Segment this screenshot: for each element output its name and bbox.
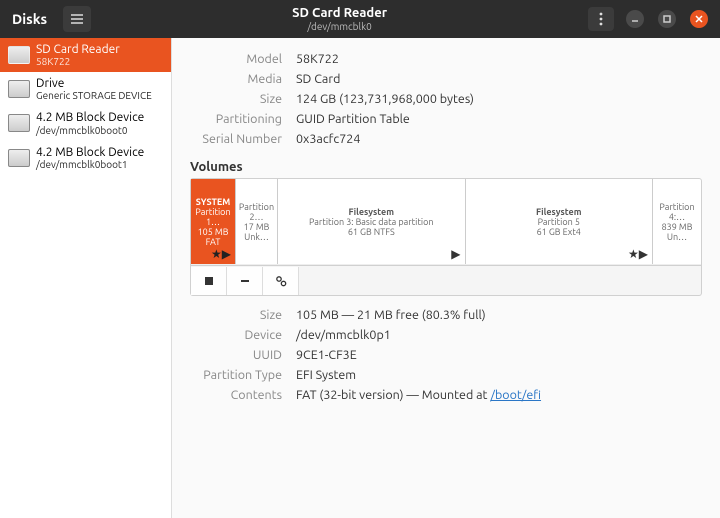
play-icon: ▶: [222, 248, 231, 261]
psize-value: 105 MB — 21 MB free (80.3% full): [290, 306, 547, 324]
block-device-icon: [8, 149, 30, 167]
sidebar-item-sd-card-reader[interactable]: SD Card Reader58K722: [0, 38, 171, 72]
content-pane: Model58K722 MediaSD Card Size124 GB (123…: [172, 38, 720, 518]
close-icon: [694, 14, 704, 24]
window-subtitle: /dev/mmcblk0: [91, 21, 588, 32]
app-name: Disks: [12, 11, 47, 27]
minimize-button[interactable]: [626, 10, 644, 28]
mount-point-link[interactable]: /boot/efi: [490, 388, 541, 402]
partition-2[interactable]: Partition 2… 17 MB Unk…: [236, 179, 278, 264]
drive-menu-button[interactable]: [588, 7, 614, 31]
serial-label: Serial Number: [192, 130, 288, 148]
volumes-heading: Volumes: [190, 160, 702, 174]
media-value: SD Card: [290, 70, 480, 88]
delete-partition-button[interactable]: [227, 267, 263, 295]
sidebar-item-label: SD Card Reader: [36, 43, 120, 56]
ptype-value: EFI System: [290, 366, 547, 384]
partitioning-label: Partitioning: [192, 110, 288, 128]
sidebar-item-sub: Generic STORAGE DEVICE: [36, 90, 152, 101]
sidebar-item-drive[interactable]: DriveGeneric STORAGE DEVICE: [0, 72, 171, 106]
unmount-button[interactable]: [191, 267, 227, 295]
hamburger-menu-button[interactable]: [63, 6, 91, 32]
minimize-icon: [630, 14, 640, 24]
sidebar-item-label: 4.2 MB Block Device: [36, 146, 144, 159]
close-button[interactable]: [690, 10, 708, 28]
partitioning-value: GUID Partition Table: [290, 110, 480, 128]
partition-3[interactable]: Filesystem Partition 3: Basic data parti…: [278, 179, 466, 264]
volumes-diagram: SYSTEM Partition 1… 105 MB FAT ★▶ Partit…: [190, 178, 702, 266]
stop-icon: [202, 274, 216, 288]
titlebar: Disks SD Card Reader /dev/mmcblk0: [0, 0, 720, 38]
pcontents-label: Contents: [192, 386, 288, 404]
partition-info-table: Size105 MB — 21 MB free (80.3% full) Dev…: [190, 304, 549, 406]
size-value: 124 GB (123,731,968,000 bytes): [290, 90, 480, 108]
partition-4[interactable]: Partition 4:… 839 MB Un…: [653, 179, 701, 264]
sidebar-item-sub: /dev/mmcblk0boot1: [36, 159, 144, 170]
sd-card-icon: [8, 46, 30, 64]
size-label: Size: [192, 90, 288, 108]
ptype-label: Partition Type: [192, 366, 288, 384]
drive-icon: [8, 80, 30, 98]
star-icon: ★: [211, 248, 222, 261]
sidebar-item-sub: /dev/mmcblk0boot0: [36, 125, 144, 136]
gears-icon: [274, 274, 288, 288]
pdevice-label: Device: [192, 326, 288, 344]
serial-value: 0x3acfc724: [290, 130, 480, 148]
device-sidebar: SD Card Reader58K722 DriveGeneric STORAG…: [0, 38, 172, 518]
star-icon: ★: [628, 248, 639, 261]
kebab-icon: [599, 12, 603, 26]
puuid-label: UUID: [192, 346, 288, 364]
psize-label: Size: [192, 306, 288, 324]
volume-toolbar: [190, 266, 702, 296]
maximize-button[interactable]: [658, 10, 676, 28]
puuid-value: 9CE1-CF3E: [290, 346, 547, 364]
block-device-icon: [8, 114, 30, 132]
sidebar-item-sub: 58K722: [36, 56, 120, 67]
partition-options-button[interactable]: [263, 267, 299, 295]
maximize-icon: [662, 14, 672, 24]
pdevice-value: /dev/mmcblk0p1: [290, 326, 547, 344]
partition-1[interactable]: SYSTEM Partition 1… 105 MB FAT ★▶: [191, 179, 236, 264]
minus-icon: [238, 274, 252, 288]
hamburger-icon: [70, 13, 84, 25]
model-value: 58K722: [290, 50, 480, 68]
partition-5[interactable]: Filesystem Partition 5 61 GB Ext4 ★▶: [466, 179, 654, 264]
pcontents-value: FAT (32-bit version) — Mounted at /boot/…: [290, 386, 547, 404]
disk-info-table: Model58K722 MediaSD Card Size124 GB (123…: [190, 48, 482, 150]
media-label: Media: [192, 70, 288, 88]
model-label: Model: [192, 50, 288, 68]
sidebar-item-label: Drive: [36, 77, 152, 90]
sidebar-item-label: 4.2 MB Block Device: [36, 111, 144, 124]
play-icon: ▶: [451, 248, 460, 261]
sidebar-item-block-device-0[interactable]: 4.2 MB Block Device/dev/mmcblk0boot0: [0, 106, 171, 140]
window-title: SD Card Reader: [91, 6, 588, 20]
sidebar-item-block-device-1[interactable]: 4.2 MB Block Device/dev/mmcblk0boot1: [0, 141, 171, 175]
play-icon: ▶: [639, 248, 648, 261]
